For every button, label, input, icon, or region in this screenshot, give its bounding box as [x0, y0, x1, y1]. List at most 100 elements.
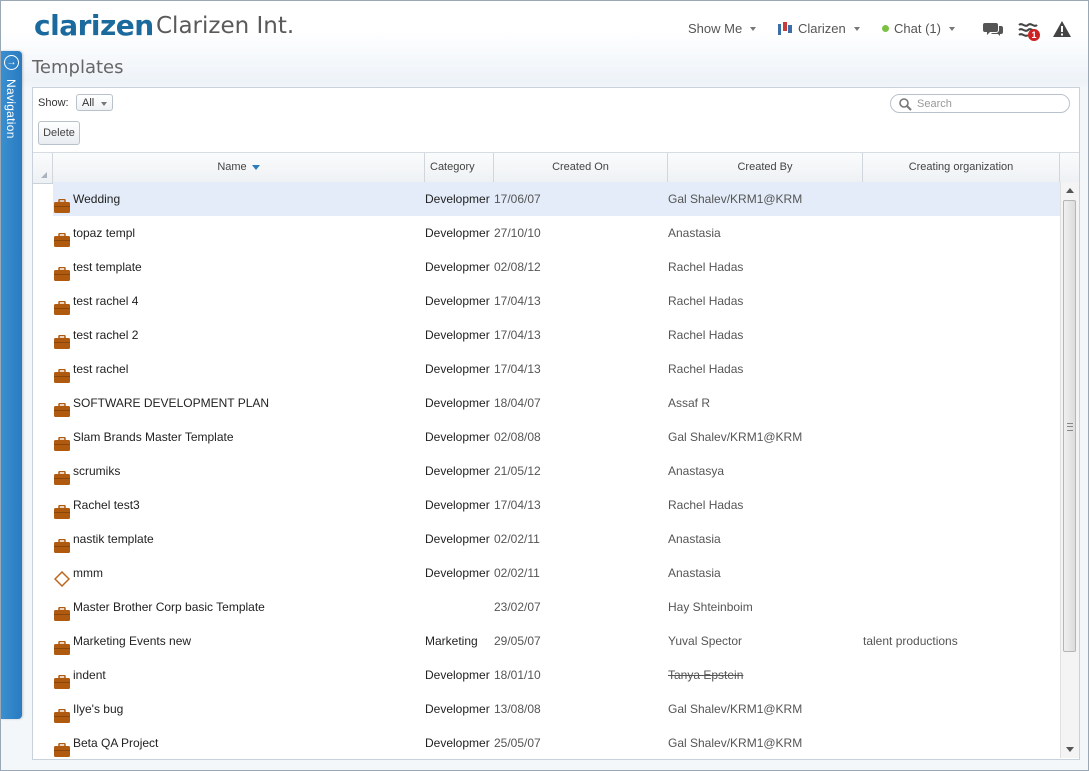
page-title: Templates	[32, 57, 124, 78]
cell-created-by: Assaf R	[668, 396, 711, 410]
warning-icon[interactable]	[1050, 17, 1074, 41]
select-all-corner[interactable]	[33, 153, 53, 183]
column-header-category[interactable]: Category	[425, 153, 494, 183]
template-name[interactable]: SOFTWARE DEVELOPMENT PLAN	[73, 386, 269, 420]
cell-category	[425, 590, 494, 624]
column-header-creating-organization[interactable]: Creating organization	[863, 153, 1060, 183]
cell-name[interactable]: topaz templ	[53, 216, 425, 250]
column-header-created-on[interactable]: Created On	[494, 153, 668, 183]
scroll-up-arrow-icon[interactable]	[1066, 188, 1074, 193]
table-row[interactable]: test template Developmer 02/08/12 Rachel Ha…	[33, 250, 1060, 284]
cell-name[interactable]: Beta QA Project	[53, 726, 425, 758]
cell-name[interactable]: test rachel 4	[53, 284, 425, 318]
template-name[interactable]: scrumiks	[73, 454, 120, 488]
cell-name[interactable]: Marketing Events new	[53, 624, 425, 658]
cell-creating-organization	[863, 420, 1060, 454]
template-name[interactable]: nastik template	[73, 522, 154, 556]
cell-created-by: Anastasya	[668, 464, 725, 478]
table-row[interactable]: Wedding Developmer 17/06/07 Gal Shalev/KRM1…	[33, 182, 1060, 216]
cell-creating-organization	[863, 522, 1060, 556]
template-name[interactable]: Wedding	[73, 182, 120, 216]
table-row[interactable]: Ilye's bug Developmer 13/08/08 Gal Shalev/K…	[33, 692, 1060, 726]
cell-created-by: Hay Shteinboim	[668, 600, 753, 614]
cell-creating-organization	[863, 386, 1060, 420]
template-name[interactable]: topaz templ	[73, 216, 135, 250]
clarizen-logo[interactable]: clarizen	[34, 9, 154, 42]
template-name[interactable]: indent	[73, 658, 106, 692]
cell-category: Developmer	[425, 430, 490, 444]
cell-created-on: 18/04/07	[494, 396, 541, 410]
scrollbar-thumb[interactable]	[1063, 200, 1076, 652]
table-row[interactable]: topaz templ Developmer 27/10/10 Anastasia	[33, 216, 1060, 250]
show-filter-select[interactable]: All	[76, 94, 113, 111]
table-row[interactable]: indent Developmer 18/01/10 Tanya Epstein	[33, 658, 1060, 692]
show-label: Show:	[38, 97, 69, 109]
table-row[interactable]: Beta QA Project Developmer 25/05/07 Gal Sha…	[33, 726, 1060, 758]
show-me-menu[interactable]: Show Me	[688, 21, 757, 36]
cell-name[interactable]: Slam Brands Master Template	[53, 420, 425, 454]
cell-created-by: Anastasia	[668, 566, 721, 580]
chat-menu[interactable]: Chat (1)	[882, 21, 955, 36]
show-me-label: Show Me	[688, 21, 743, 36]
cell-name[interactable]: nastik template	[53, 522, 425, 556]
stream-icon[interactable]: 1	[1016, 17, 1040, 41]
table-row[interactable]: scrumiks Developmer 21/05/12 Anastasya	[33, 454, 1060, 488]
cell-created-on: 29/05/07	[494, 634, 541, 648]
template-name[interactable]: Beta QA Project	[73, 726, 158, 758]
template-name[interactable]: test rachel	[73, 352, 128, 386]
table-row[interactable]: Marketing Events new Marketing 29/05/07 Yuv…	[33, 624, 1060, 658]
briefcase-icon	[54, 532, 70, 553]
cell-created-by: Yuval Spector	[668, 634, 743, 648]
table-row[interactable]: test rachel 4 Developmer 17/04/13 Rachel Ha…	[33, 284, 1060, 318]
cell-created-on: 17/04/13	[494, 498, 541, 512]
scroll-down-arrow-icon[interactable]	[1066, 747, 1074, 752]
template-name[interactable]: test rachel 2	[73, 318, 138, 352]
template-name[interactable]: mmm	[73, 556, 103, 590]
cell-name[interactable]: Wedding	[53, 182, 425, 216]
cell-category: Developmer	[425, 294, 490, 308]
vertical-scrollbar[interactable]	[1060, 182, 1079, 758]
cell-creating-organization	[863, 284, 1060, 318]
column-header-created-by[interactable]: Created By	[668, 153, 863, 183]
table-row[interactable]: Rachel test3 Developmer 17/04/13 Rachel Had…	[33, 488, 1060, 522]
cell-name[interactable]: test template	[53, 250, 425, 284]
cell-category: Developmer	[425, 702, 490, 716]
table-row[interactable]: SOFTWARE DEVELOPMENT PLAN Developmer 18/04…	[33, 386, 1060, 420]
template-name[interactable]: Slam Brands Master Template	[73, 420, 234, 454]
cell-category: Developmer	[425, 328, 490, 342]
navigation-tab[interactable]: → Navigation	[1, 51, 22, 719]
briefcase-icon	[54, 668, 70, 689]
table-row[interactable]: Slam Brands Master Template Developmer 02/…	[33, 420, 1060, 454]
table-row[interactable]: mmm Developmer 02/02/11 Anastasia	[33, 556, 1060, 590]
chat-bubbles-icon[interactable]	[981, 17, 1005, 41]
cell-created-by: Rachel Hadas	[668, 260, 744, 274]
cell-name[interactable]: Rachel test3	[53, 488, 425, 522]
table-row[interactable]: test rachel Developmer 17/04/13 Rachel Hada…	[33, 352, 1060, 386]
cell-name[interactable]: SOFTWARE DEVELOPMENT PLAN	[53, 386, 425, 420]
cell-name[interactable]: Master Brother Corp basic Template	[53, 590, 425, 624]
cell-name[interactable]: indent	[53, 658, 425, 692]
cell-name[interactable]: test rachel	[53, 352, 425, 386]
cell-name[interactable]: scrumiks	[53, 454, 425, 488]
app-name: Clarizen Int.	[156, 13, 295, 39]
template-name[interactable]: Rachel test3	[73, 488, 140, 522]
template-name[interactable]: Ilye's bug	[73, 692, 123, 726]
template-name[interactable]: Master Brother Corp basic Template	[73, 590, 265, 624]
table-row[interactable]: Master Brother Corp basic Template 23/02/…	[33, 590, 1060, 624]
table-row[interactable]: nastik template Developmer 02/02/11 Anastas…	[33, 522, 1060, 556]
user-menu[interactable]: Clarizen	[777, 21, 860, 36]
column-header-name[interactable]: Name	[53, 153, 425, 183]
table-row[interactable]: test rachel 2 Developmer 17/04/13 Rachel Ha…	[33, 318, 1060, 352]
table-header: Name Category Created On Created By Crea…	[33, 152, 1079, 184]
template-name[interactable]: test rachel 4	[73, 284, 138, 318]
chat-label: Chat (1)	[894, 21, 941, 36]
cell-name[interactable]: test rachel 2	[53, 318, 425, 352]
arrow-right-circle-icon: →	[4, 55, 19, 70]
cell-name[interactable]: Ilye's bug	[53, 692, 425, 726]
template-name[interactable]: test template	[73, 250, 142, 284]
delete-button[interactable]: Delete	[38, 121, 80, 145]
cell-name[interactable]: mmm	[53, 556, 425, 590]
cell-created-on: 13/08/08	[494, 702, 541, 716]
template-name[interactable]: Marketing Events new	[73, 624, 191, 658]
search-input[interactable]: Search	[890, 94, 1070, 113]
